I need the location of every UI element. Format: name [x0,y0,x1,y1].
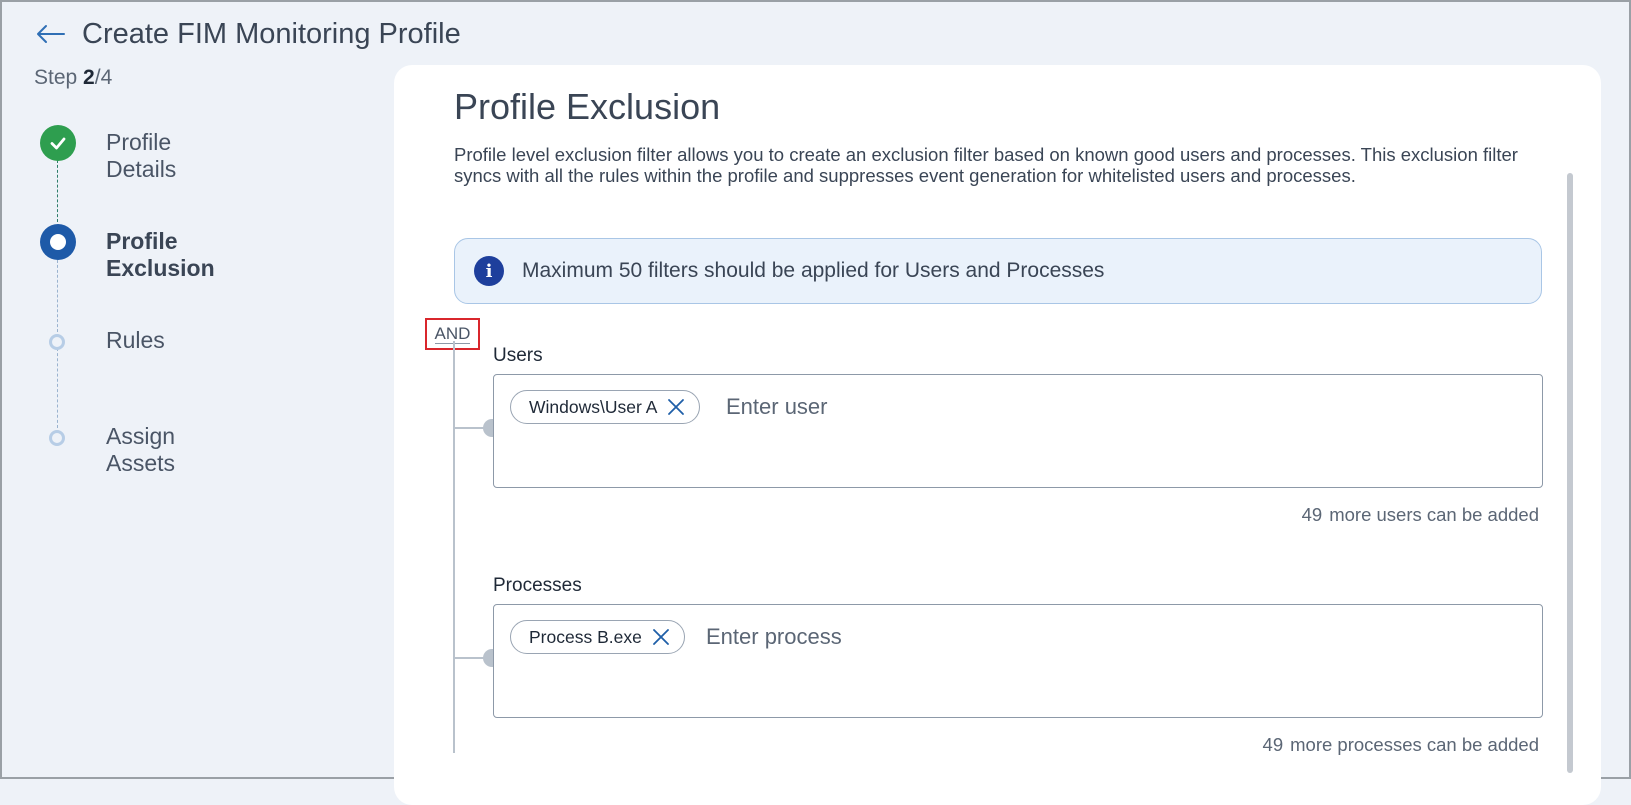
step-pending-icon [49,334,65,350]
user-chip-label: Windows\User A [529,396,658,417]
user-chip: Windows\User A [510,390,701,424]
step-complete-check-icon [40,125,76,161]
step-current-icon [40,224,76,260]
users-label: Users [493,345,543,366]
process-chip: Process B.exe [510,620,685,654]
process-chip-label: Process B.exe [529,626,642,647]
processes-remaining-text: more processes can be added [1290,734,1539,755]
tree-branch [453,427,487,429]
info-icon: i [474,256,504,286]
page-title: Create FIM Monitoring Profile [82,17,461,50]
user-input[interactable] [726,390,1226,424]
stepper-connector [57,160,58,222]
back-arrow-icon[interactable] [36,22,70,46]
step-current: 2 [83,66,95,89]
close-icon[interactable] [665,396,687,418]
users-field[interactable]: Windows\User A [493,374,1543,488]
stepper-connector [57,260,58,332]
step-indicator: Step 2/4 [34,66,112,90]
step-profile-exclusion[interactable]: Profile Exclusion [106,228,215,282]
info-banner-text: Maximum 50 filters should be applied for… [522,259,1105,282]
step-profile-details[interactable]: Profile Details [106,129,176,183]
tree-connector [453,341,455,753]
close-icon[interactable] [650,626,672,648]
process-input[interactable] [706,620,1206,654]
users-remaining-count: 49 [1301,504,1323,525]
step-pending-icon [49,430,65,446]
step-total: /4 [94,66,113,89]
section-description: Profile level exclusion filter allows yo… [454,144,1518,186]
processes-remaining-count: 49 [1262,734,1284,755]
section-title: Profile Exclusion [454,86,721,127]
info-banner: i Maximum 50 filters should be applied f… [454,238,1542,304]
scrollbar-thumb[interactable] [1567,173,1573,773]
page-header: Create FIM Monitoring Profile [36,14,461,54]
step-assign-assets[interactable]: Assign Assets [106,423,175,477]
tree-branch [453,657,487,659]
step-rules[interactable]: Rules [106,327,165,354]
stepper-connector [57,348,58,428]
step-prefix: Step [34,66,84,89]
users-remaining-text: more users can be added [1329,504,1539,525]
users-remaining-hint: 49 more users can be added [1302,504,1539,526]
scrollbar[interactable] [1567,173,1573,773]
processes-label: Processes [493,575,582,596]
processes-field[interactable]: Process B.exe [493,604,1543,718]
processes-remaining-hint: 49 more processes can be added [1263,734,1539,756]
